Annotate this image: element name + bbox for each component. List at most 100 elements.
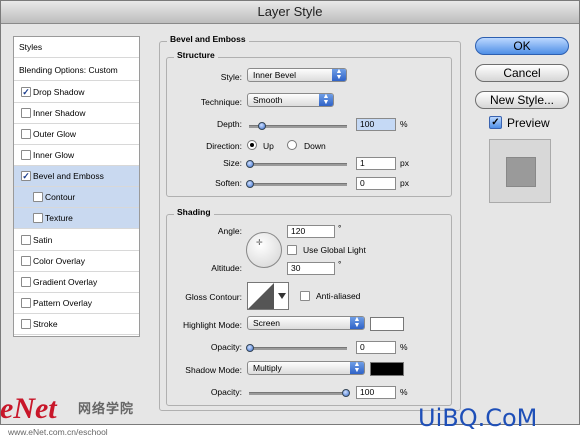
depth-label: Depth: <box>216 119 242 129</box>
shading-group <box>166 214 452 406</box>
altitude-degree: ° <box>338 259 342 269</box>
shadow-opacity-field[interactable]: 100 <box>356 386 396 399</box>
highlight-opacity-unit: % <box>400 342 408 352</box>
soften-slider-thumb[interactable] <box>246 180 254 188</box>
uibq-watermark: UiBQ.CoM <box>418 404 538 432</box>
style-checkbox[interactable] <box>21 298 31 308</box>
style-item-label: Outer Glow <box>33 129 76 139</box>
style-item-label: Texture <box>45 213 73 223</box>
bevel-emboss-title: Bevel and Emboss <box>167 34 249 44</box>
chevron-updown-icon: ▲ ▼ <box>350 361 364 374</box>
size-slider[interactable] <box>246 160 347 168</box>
style-checkbox[interactable]: ✓ <box>21 87 31 97</box>
anti-aliased-checkbox[interactable] <box>300 291 310 301</box>
enet-logo: eNet <box>0 392 57 425</box>
style-item-label: Styles <box>19 42 43 52</box>
size-field[interactable]: 1 <box>356 157 396 170</box>
style-item-satin[interactable]: Satin <box>14 230 139 251</box>
style-item-inner-glow[interactable]: Inner Glow <box>14 145 139 166</box>
style-checkbox[interactable] <box>21 235 31 245</box>
style-checkbox[interactable] <box>21 256 31 266</box>
style-item-gradient-overlay[interactable]: Gradient Overlay <box>14 272 139 293</box>
size-slider-thumb[interactable] <box>246 160 254 168</box>
depth-field[interactable]: 100 <box>356 118 396 131</box>
highlight-opacity-label: Opacity: <box>210 342 242 352</box>
style-checkbox[interactable] <box>33 213 43 223</box>
depth-slider[interactable] <box>249 122 347 130</box>
angle-label: Angle: <box>217 226 242 236</box>
angle-field[interactable]: 120 <box>287 225 335 238</box>
style-item-blending-options-custom[interactable]: Blending Options: Custom <box>14 60 139 81</box>
style-item-color-overlay[interactable]: Color Overlay <box>14 251 139 272</box>
shadow-opacity-unit: % <box>400 387 408 397</box>
chevron-updown-icon: ▲ ▼ <box>332 68 346 81</box>
highlight-mode-select[interactable]: Screen ▲ ▼ <box>247 316 365 330</box>
highlight-color-swatch[interactable] <box>370 317 404 331</box>
highlight-opacity-slider[interactable] <box>246 344 347 352</box>
style-checkbox[interactable] <box>21 129 31 139</box>
style-checkbox[interactable] <box>33 192 43 202</box>
style-item-drop-shadow[interactable]: ✓ Drop Shadow <box>14 82 139 103</box>
angle-dial[interactable]: ✛ <box>246 232 282 268</box>
style-item-label: Pattern Overlay <box>33 298 93 308</box>
style-select[interactable]: Inner Bevel ▲ ▼ <box>247 68 347 82</box>
window-title: Layer Style <box>1 1 579 24</box>
direction-label: Direction: <box>206 141 242 151</box>
style-item-bevel-and-emboss[interactable]: ✓ Bevel and Emboss <box>14 166 139 187</box>
global-light-label: Use Global Light <box>303 245 366 255</box>
gloss-contour-label: Gloss Contour: <box>185 292 242 302</box>
style-item-label: Satin <box>33 235 53 245</box>
style-item-pattern-overlay[interactable]: Pattern Overlay <box>14 293 139 314</box>
depth-slider-thumb[interactable] <box>258 122 266 130</box>
depth-unit: % <box>400 119 408 129</box>
angle-degree: ° <box>338 223 342 233</box>
soften-label: Soften: <box>215 178 242 188</box>
style-checkbox[interactable] <box>21 319 31 329</box>
preview-label: Preview <box>507 116 550 130</box>
shadow-opacity-slider[interactable] <box>249 389 350 397</box>
new-style-button[interactable]: New Style... <box>475 91 569 109</box>
cancel-button[interactable]: Cancel <box>475 64 569 82</box>
shadow-color-swatch[interactable] <box>370 362 404 376</box>
ok-button[interactable]: OK <box>475 37 569 55</box>
style-item-contour[interactable]: Contour <box>14 187 139 208</box>
gloss-contour-picker[interactable] <box>247 282 289 310</box>
preview-checkbox[interactable]: ✓ <box>489 116 502 129</box>
style-checkbox[interactable]: ✓ <box>21 171 31 181</box>
altitude-label: Altitude: <box>211 263 242 273</box>
style-item-label: Stroke <box>33 319 58 329</box>
soften-slider[interactable] <box>246 180 347 188</box>
altitude-field[interactable]: 30 <box>287 262 335 275</box>
shadow-opacity-thumb[interactable] <box>342 389 350 397</box>
style-checkbox[interactable] <box>21 277 31 287</box>
enet-chinese-text: 网络学院 <box>78 401 135 416</box>
style-label: Style: <box>220 72 242 82</box>
direction-down-radio[interactable] <box>287 140 297 150</box>
style-item-label: Blending Options: Custom <box>19 65 118 75</box>
shadow-opacity-label: Opacity: <box>210 387 242 397</box>
style-item-label: Contour <box>45 192 76 202</box>
style-item-label: Drop Shadow <box>33 87 85 97</box>
style-checkbox[interactable] <box>21 108 31 118</box>
anti-aliased-label: Anti-aliased <box>316 291 361 301</box>
shading-title: Shading <box>174 207 214 217</box>
style-checkbox[interactable] <box>21 150 31 160</box>
direction-up-radio[interactable] <box>247 140 257 150</box>
style-item-stroke[interactable]: Stroke <box>14 314 139 335</box>
shadow-mode-select[interactable]: Multiply ▲ ▼ <box>247 361 365 375</box>
soften-field[interactable]: 0 <box>356 177 396 190</box>
chevron-updown-icon: ▲ ▼ <box>350 316 364 329</box>
technique-select[interactable]: Smooth ▲ ▼ <box>247 93 334 107</box>
preview-swatch <box>506 157 536 187</box>
style-item-outer-glow[interactable]: Outer Glow <box>14 124 139 145</box>
style-item-inner-shadow[interactable]: Inner Shadow <box>14 103 139 124</box>
style-item-label: Gradient Overlay <box>33 277 98 287</box>
highlight-mode-label: Highlight Mode: <box>182 320 242 330</box>
soften-unit: px <box>400 178 409 188</box>
highlight-opacity-field[interactable]: 0 <box>356 341 396 354</box>
style-item-texture[interactable]: Texture <box>14 208 139 229</box>
style-item-styles[interactable]: Styles <box>14 37 139 58</box>
global-light-checkbox[interactable] <box>287 245 297 255</box>
highlight-opacity-thumb[interactable] <box>246 344 254 352</box>
direction-down-label: Down <box>304 141 326 151</box>
